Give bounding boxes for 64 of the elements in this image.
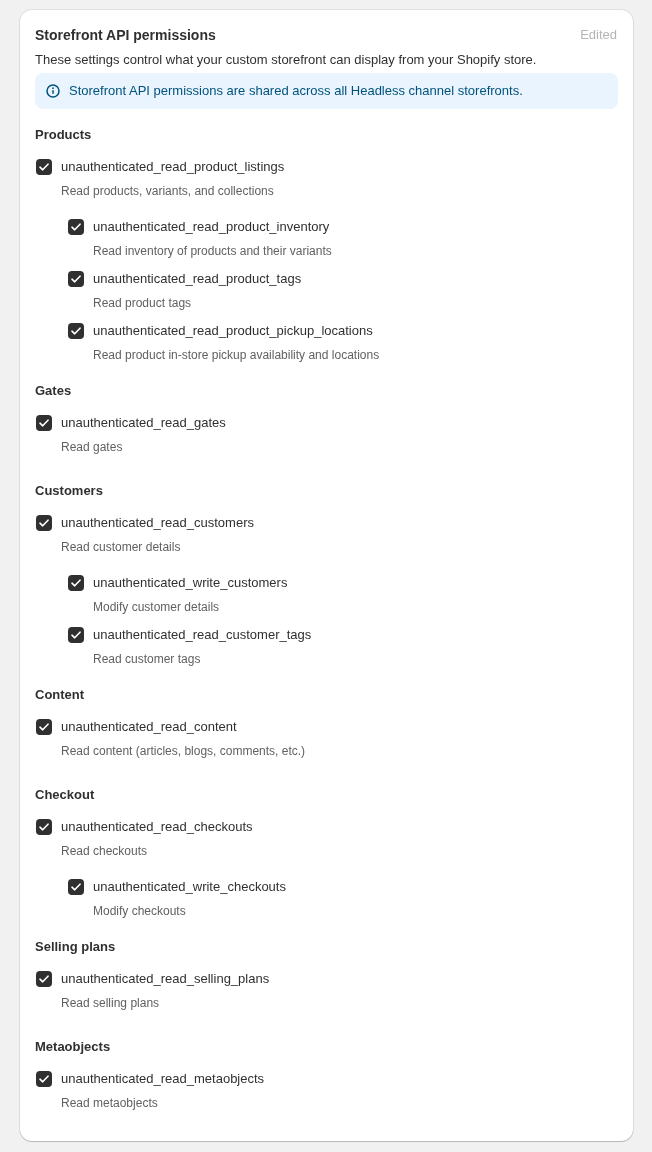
- checkmark-icon: [39, 163, 49, 171]
- checkmark-icon: [71, 327, 81, 335]
- permission-description: Read customer details: [61, 539, 181, 556]
- section-heading: Products: [35, 126, 92, 144]
- permission-description: Read product in-store pickup availability and locations: [93, 347, 380, 364]
- section-heading: Checkout: [35, 786, 95, 804]
- checkbox[interactable]: [36, 159, 52, 175]
- permission-description: Modify customer details: [93, 599, 220, 616]
- permission-description: Read products, variants, and collections: [61, 183, 274, 200]
- permission-scope: unauthenticated_read_product_tags: [93, 270, 302, 288]
- section-heading: Selling plans: [35, 938, 116, 956]
- permission-description: Read customer tags: [93, 651, 201, 668]
- checkmark-icon: [71, 223, 81, 231]
- permission-description: Read checkouts: [61, 843, 148, 860]
- permission-description: Read product tags: [93, 295, 192, 312]
- checkbox[interactable]: [68, 879, 84, 895]
- checkmark-icon: [39, 723, 49, 731]
- section-heading: Gates: [35, 382, 72, 400]
- checkmark-icon: [71, 275, 81, 283]
- permission-scope: unauthenticated_write_checkouts: [93, 878, 286, 896]
- card-title: Storefront API permissions: [35, 26, 216, 45]
- permission-description: Read gates: [61, 439, 123, 456]
- permission-scope: unauthenticated_read_metaobjects: [61, 1070, 265, 1088]
- permission-scope: unauthenticated_read_customer_tags: [93, 626, 312, 644]
- permission-description: Read selling plans: [61, 995, 160, 1012]
- edited-status: Edited: [580, 26, 617, 44]
- permission-description: Read inventory of products and their variants: [93, 243, 332, 260]
- permission-scope: unauthenticated_read_product_listings: [61, 158, 285, 176]
- checkbox[interactable]: [36, 515, 52, 531]
- checkbox[interactable]: [68, 323, 84, 339]
- checkmark-icon: [39, 1075, 49, 1083]
- checkmark-icon: [39, 419, 49, 427]
- checkmark-icon: [71, 631, 81, 639]
- checkbox[interactable]: [36, 719, 52, 735]
- checkbox[interactable]: [68, 219, 84, 235]
- checkbox[interactable]: [36, 415, 52, 431]
- checkbox[interactable]: [68, 575, 84, 591]
- checkbox[interactable]: [68, 271, 84, 287]
- info-icon: [46, 84, 60, 98]
- checkmark-icon: [39, 823, 49, 831]
- permission-description: Read content (articles, blogs, comments, etc.): [61, 743, 306, 760]
- checkmark-icon: [71, 579, 81, 587]
- checkmark-icon: [71, 883, 81, 891]
- permission-scope: unauthenticated_write_customers: [93, 574, 288, 592]
- permission-scope: unauthenticated_read_checkouts: [61, 818, 253, 836]
- checkmark-icon: [39, 975, 49, 983]
- checkmark-icon: [39, 519, 49, 527]
- permission-scope: unauthenticated_read_gates: [61, 414, 226, 432]
- permission-scope: unauthenticated_read_product_pickup_locations: [93, 322, 373, 340]
- checkbox[interactable]: [36, 971, 52, 987]
- section-heading: Content: [35, 686, 85, 704]
- checkbox[interactable]: [68, 627, 84, 643]
- permission-scope: unauthenticated_read_product_inventory: [93, 218, 330, 236]
- permission-description: Modify checkouts: [93, 903, 186, 920]
- section-heading: Metaobjects: [35, 1038, 111, 1056]
- card-description: These settings control what your custom storefront can display from your Shopify store.: [35, 51, 538, 69]
- permission-scope: unauthenticated_read_content: [61, 718, 237, 736]
- checkbox[interactable]: [36, 819, 52, 835]
- permission-scope: unauthenticated_read_customers: [61, 514, 254, 532]
- section-heading: Customers: [35, 482, 103, 500]
- banner-text: Storefront API permissions are shared across all Headless channel storefronts.: [69, 82, 523, 100]
- permission-description: Read metaobjects: [61, 1095, 158, 1112]
- permission-scope: unauthenticated_read_selling_plans: [61, 970, 270, 988]
- checkbox[interactable]: [36, 1071, 52, 1087]
